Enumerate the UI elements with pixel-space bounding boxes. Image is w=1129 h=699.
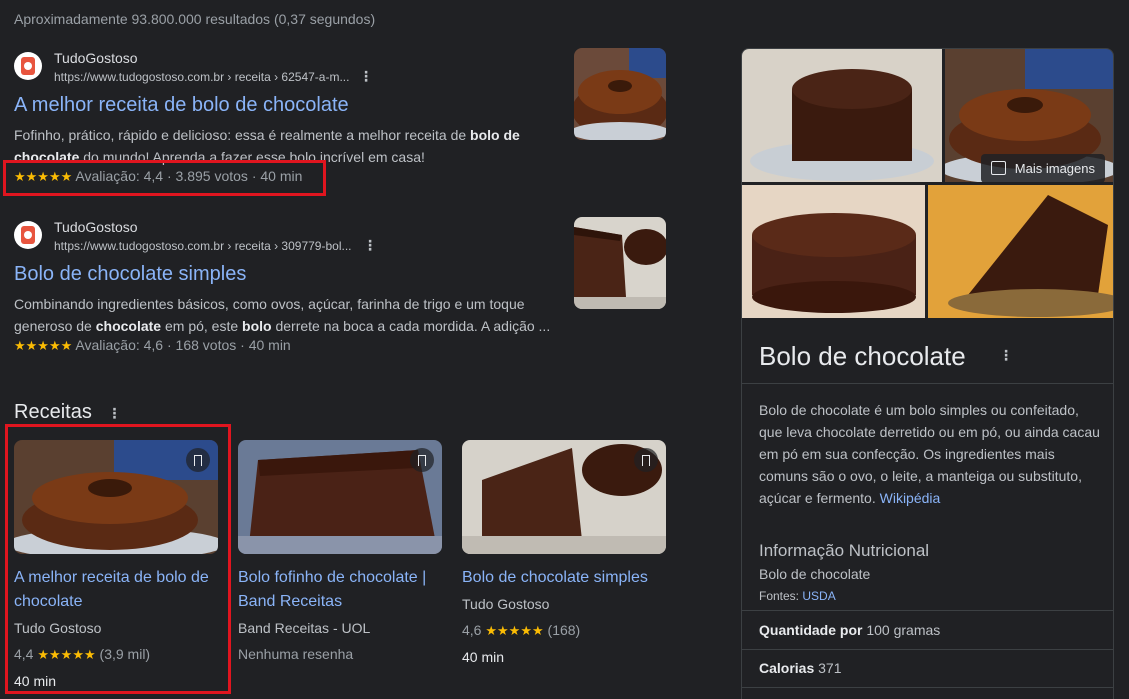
wikipedia-link[interactable]: Wikipédia xyxy=(880,490,941,506)
more-options-icon[interactable]: ⋮ xyxy=(107,405,121,421)
highlight-box xyxy=(5,424,231,694)
recipe-card[interactable]: Bolo de chocolate simples Tudo Gostoso 4… xyxy=(462,440,666,667)
recipe-image[interactable] xyxy=(462,440,666,554)
recipe-no-reviews: Nenhuma resenha xyxy=(238,646,354,662)
divider xyxy=(742,649,1113,650)
site-url[interactable]: https://www.tudogostoso.com.br › receita… xyxy=(54,70,349,84)
result-thumbnail[interactable] xyxy=(574,217,666,309)
result-snippet: Combinando ingredientes básicos, como ov… xyxy=(14,296,551,334)
rating-stars-icon: ★★★★★ xyxy=(485,623,544,638)
panel-description: Bolo de chocolate é um bolo simples ou c… xyxy=(759,402,1100,506)
site-name[interactable]: TudoGostoso xyxy=(54,219,138,235)
quantity-row: Quantidade por 100 gramas xyxy=(759,622,941,638)
more-images-button[interactable]: Mais imagens xyxy=(980,154,1105,183)
highlight-box xyxy=(3,160,326,196)
result-title[interactable]: A melhor receita de bolo de chocolate xyxy=(14,94,349,117)
recipe-source: Tudo Gostoso xyxy=(462,596,550,612)
result-rating: ★★★★★ Avaliação: 4,6 · 168 votos · 40 mi… xyxy=(14,337,291,353)
search-result: TudoGostoso https://www.tudogostoso.com.… xyxy=(14,217,669,369)
recipes-heading: Receitas ⋮ xyxy=(14,401,122,423)
usda-link[interactable]: USDA xyxy=(802,589,835,603)
result-thumbnail[interactable] xyxy=(574,48,666,140)
site-favicon[interactable] xyxy=(14,221,42,249)
divider xyxy=(742,610,1113,611)
rating-stars-icon: ★★★★★ xyxy=(14,338,73,353)
panel-image[interactable] xyxy=(742,49,942,182)
recipe-time: 40 min xyxy=(462,649,505,665)
nutrition-item: Bolo de chocolate xyxy=(759,566,871,582)
recipe-source: Band Receitas - UOL xyxy=(238,620,371,636)
site-favicon[interactable] xyxy=(14,52,42,80)
bookmark-icon[interactable] xyxy=(634,448,658,472)
result-title[interactable]: Bolo de chocolate simples xyxy=(14,263,246,286)
recipe-image[interactable] xyxy=(238,440,442,554)
site-url[interactable]: https://www.tudogostoso.com.br › receita… xyxy=(54,239,351,253)
divider xyxy=(742,383,1113,384)
panel-image[interactable] xyxy=(928,185,1113,318)
recipe-rating: 4,6 ★★★★★ (168) xyxy=(462,622,581,638)
calories-row: Calorias 371 xyxy=(759,660,842,676)
nutrition-heading: Informação Nutricional xyxy=(759,541,930,560)
recipe-card[interactable]: Bolo fofinho de chocolate | Band Receita… xyxy=(238,440,442,664)
knowledge-panel: Mais imagens Bolo de chocolate ⋮ Bolo de… xyxy=(741,48,1114,699)
site-name[interactable]: TudoGostoso xyxy=(54,50,138,66)
image-icon xyxy=(990,161,1006,175)
results-stats: Aproximadamente 93.800.000 resultados (0… xyxy=(14,11,376,27)
divider xyxy=(742,687,1113,688)
recipe-title[interactable]: Bolo de chocolate simples xyxy=(462,566,666,590)
bookmark-icon[interactable] xyxy=(410,448,434,472)
more-options-icon[interactable]: ⋮ xyxy=(359,68,373,85)
more-options-icon[interactable]: ⋮ xyxy=(999,347,1013,364)
nutrition-sources: Fontes: USDA xyxy=(759,589,836,603)
panel-title: Bolo de chocolate xyxy=(759,341,966,371)
more-options-icon[interactable]: ⋮ xyxy=(363,237,377,254)
recipe-title[interactable]: Bolo fofinho de chocolate | Band Receita… xyxy=(238,566,442,614)
panel-image[interactable] xyxy=(742,185,925,318)
